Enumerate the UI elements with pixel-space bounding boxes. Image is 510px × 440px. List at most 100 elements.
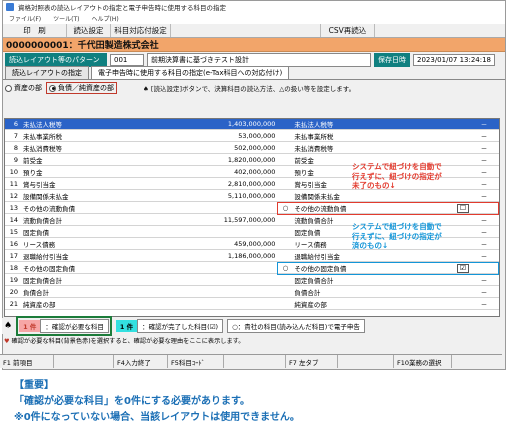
account-amount: 1,186,000,000 — [227, 252, 276, 260]
account-name: 賞与引当金 — [22, 181, 56, 189]
account-mapping-button[interactable]: 科目対応付設定 — [111, 24, 171, 37]
row-number: 20 — [9, 288, 18, 296]
needs-confirm-label: ：確認が必要な科目 — [40, 319, 109, 333]
read-settings-button[interactable]: 読込設定 — [67, 24, 111, 37]
function-key-7 — [338, 355, 394, 368]
heart-icon: ♥ — [4, 338, 10, 345]
radio-liabilities-label: 負債／純資産の部 — [58, 84, 114, 92]
row-number: 19 — [9, 276, 18, 284]
caption-line-2: ※0件になっていない場合、当該レイアウトは使用できません。 — [14, 412, 300, 423]
radio-assets[interactable]: 資産の部 — [5, 83, 42, 93]
etax-account: 未払消費税等 — [294, 145, 334, 153]
section-selector: 資産の部 負債／純資産の部 ♠ [読込設定]ボタンで、決算科目の読込方法、△の扱… — [3, 80, 505, 96]
radio-assets-label: 資産の部 — [14, 84, 42, 92]
account-amount: 502,000,000 — [234, 144, 276, 152]
function-key-3[interactable]: F4入力終了 — [114, 355, 168, 368]
table-row[interactable]: 6 未払法人税等 1,403,000,000 未払法人税等 － — [5, 119, 499, 130]
row-number: 18 — [9, 264, 18, 272]
annotation-mapped: システムで紐づけを自動で 行えずに、紐づけの指定が 済のもの↓ — [352, 222, 442, 250]
function-key-1[interactable]: F1 前項目 — [0, 355, 54, 368]
status-dash: － — [480, 121, 488, 129]
function-key-4[interactable]: F5科目ｺｰﾄﾞ — [168, 355, 224, 368]
save-date-label: 保存日時 — [374, 52, 410, 67]
account-name: 預り金 — [22, 169, 43, 177]
table-row[interactable]: 17 退職給付引当金 1,186,000,000 退職給付引当金 － — [5, 251, 499, 262]
account-name: 未払事業所税 — [22, 133, 62, 141]
menu-bar: ファイル(F) ツール(T) ヘルプ(H) — [3, 13, 505, 24]
top-note: ♠ [読込設定]ボタンで、決算科目の読込方法、△の扱い等を設定します。 — [143, 85, 356, 93]
function-key-8[interactable]: F10業務の選択 — [394, 355, 452, 368]
account-name: 負債合計 — [22, 289, 49, 297]
etax-account: 固定負債合計 — [294, 277, 334, 285]
layout-pattern-label: 読込レイアウト等のパターン — [5, 52, 107, 67]
radio-liabilities[interactable]: 負債／純資産の部 — [46, 82, 117, 94]
status-dash: － — [480, 229, 488, 237]
unmapped-highlight — [277, 202, 499, 215]
row-number: 6 — [13, 120, 18, 128]
csv-reload-button[interactable]: CSV再読込 — [321, 24, 375, 37]
account-amount: 459,000,000 — [234, 240, 276, 248]
row-number: 13 — [9, 204, 18, 212]
tab-etax-accounts[interactable]: 電子申告時に使用する科目の指定(e-Tax科目への対応付け) — [91, 66, 290, 79]
status-dash: － — [480, 145, 488, 153]
etax-account: 純資産の部 — [294, 301, 327, 309]
row-number: 15 — [9, 228, 18, 236]
row-number: 21 — [9, 300, 18, 308]
print-button[interactable]: 印 刷 — [3, 24, 67, 37]
annotation-unmapped: システムで紐づけを自動で 行えずに、紐づけの指定が 未了のもの↓ — [352, 162, 442, 190]
menu-file[interactable]: ファイル(F) — [9, 14, 41, 23]
etax-account: 負債合計 — [294, 289, 321, 297]
status-dash: － — [480, 193, 488, 201]
spade-icon: ♠ — [4, 321, 13, 331]
row-number: 7 — [13, 132, 18, 140]
account-amount: 5,110,000,000 — [227, 192, 276, 200]
account-amount: 11,597,000,000 — [223, 216, 276, 224]
table-row[interactable]: 12 設備関係未払金 5,110,000,000 設備関係未払金 － — [5, 191, 499, 202]
account-name: その他の流動負債 — [22, 205, 75, 213]
layout-bar: 読込レイアウト等のパターン 001 前期決算書に基づきテスト設計 保存日時 20… — [3, 52, 505, 67]
company-bar: 0000000001：千代田製造株式会社 — [3, 38, 505, 52]
title-bar: 資格対照表の読込レイアウトの指定と電子申告時に使用する科目の指定 — [3, 1, 505, 13]
etax-account: 設備関係未払金 — [294, 193, 340, 201]
row-number: 16 — [9, 240, 18, 248]
function-key-6[interactable]: F7 左タブ — [286, 355, 338, 368]
function-key-bar: F1 前項目 F4入力終了 F5科目ｺｰﾄﾞ F7 左タブ F10業務の選択 — [0, 354, 502, 368]
window-title: 資格対照表の読込レイアウトの指定と電子申告時に使用する科目の指定 — [18, 4, 226, 12]
status-dash: － — [480, 277, 488, 285]
row-number: 14 — [9, 216, 18, 224]
table-row[interactable]: 8 未払消費税等 502,000,000 未払消費税等 － — [5, 143, 499, 154]
account-amount: 402,000,000 — [234, 168, 276, 176]
account-name: 設備関係未払金 — [22, 193, 69, 201]
function-key-5 — [224, 355, 286, 368]
row-number: 10 — [9, 168, 18, 176]
account-name: 退職給付引当金 — [22, 253, 69, 261]
menu-tools[interactable]: ツール(T) — [53, 14, 79, 23]
status-dash: － — [480, 181, 488, 189]
account-grid: 6 未払法人税等 1,403,000,000 未払法人税等 － 7 未払事業所税 53,000… — [4, 118, 500, 317]
table-row[interactable]: 7 未払事業所税 53,000,000 未払事業所税 － — [5, 131, 499, 142]
function-key-2 — [54, 355, 114, 368]
account-name: 固定負債合計 — [22, 277, 62, 285]
table-row[interactable]: 19 固定負債合計 固定負債合計 － — [5, 275, 499, 286]
status-dash: － — [480, 289, 488, 297]
account-name: リース債務 — [22, 241, 56, 249]
tab-read-layout[interactable]: 読込レイアウトの指定 — [5, 66, 89, 79]
layout-name[interactable]: 前期決算書に基づきテスト設計 — [147, 52, 371, 67]
caption-heading: 【重要】 — [14, 380, 54, 391]
needs-confirm-box: 1 件 ：確認が必要な科目 — [16, 316, 112, 336]
account-name: その他の固定負債 — [22, 265, 75, 273]
row-number: 17 — [9, 252, 18, 260]
table-row[interactable]: 20 負債合計 負債合計 － — [5, 287, 499, 298]
done-confirm-label: ：確認が完了した科目(☑) — [137, 319, 224, 333]
caption-line-1: 「確認が必要な科目」を0件にする必要があります。 — [14, 396, 251, 407]
status-dash: － — [480, 241, 488, 249]
account-name: 固定負債 — [22, 229, 49, 237]
caption: 【重要】 「確認が必要な科目」を0件にする必要があります。 ※0件になっていない… — [14, 378, 300, 426]
table-row[interactable]: 21 純資産の部 純資産の部 － — [5, 299, 499, 310]
layout-code[interactable]: 001 — [110, 53, 144, 66]
account-amount: 53,000,000 — [238, 132, 276, 140]
app-icon — [6, 3, 14, 11]
status-dash: － — [480, 133, 488, 141]
account-name: 未払法人税等 — [22, 121, 62, 129]
menu-help[interactable]: ヘルプ(H) — [92, 14, 119, 23]
